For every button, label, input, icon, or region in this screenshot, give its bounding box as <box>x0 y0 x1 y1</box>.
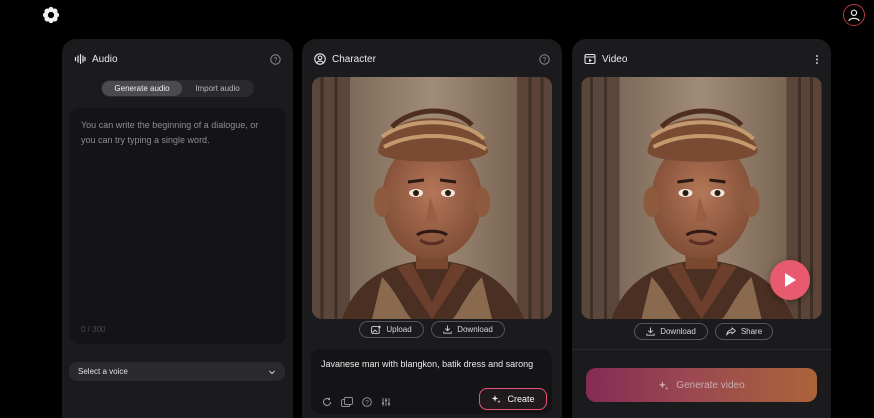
sparkle-icon <box>658 380 669 390</box>
character-panel-header: Character ? <box>314 50 550 68</box>
video-panel-title: Video <box>602 53 628 65</box>
settings-sliders-icon[interactable] <box>381 397 391 407</box>
help-icon[interactable]: ? <box>539 53 550 65</box>
generate-video-label: Generate video <box>676 379 745 391</box>
sparkle-icon <box>492 395 502 404</box>
svg-text:?: ? <box>274 57 278 64</box>
char-counter: 0 / 300 <box>81 325 106 334</box>
video-panel: Video Download Share Generate video <box>572 39 831 418</box>
user-circle-icon <box>314 53 326 65</box>
character-prompt-text: Javanese man with blangkon, batik dress … <box>321 359 534 369</box>
audio-mode-toggle: Generate audio Import audio <box>101 80 254 97</box>
audio-panel: Audio ? Generate audio Import audio You … <box>62 39 293 418</box>
image-upload-icon <box>371 325 382 334</box>
prompt-tools: ? <box>322 397 391 407</box>
app-logo-icon[interactable] <box>42 6 60 24</box>
more-vertical-icon[interactable] <box>815 54 819 65</box>
generate-video-button[interactable]: Generate video <box>586 368 817 402</box>
image-swap-icon[interactable] <box>341 397 353 407</box>
dialogue-textarea[interactable]: You can write the beginning of a dialogu… <box>69 108 286 344</box>
share-button[interactable]: Share <box>715 323 773 340</box>
character-download-label: Download <box>457 325 493 334</box>
dialogue-placeholder: You can write the beginning of a dialogu… <box>81 120 259 145</box>
video-download-label: Download <box>660 327 696 336</box>
tab-import-audio[interactable]: Import audio <box>182 81 253 96</box>
create-label: Create <box>507 394 535 404</box>
svg-text:?: ? <box>543 57 547 64</box>
character-panel: Character ? Upload Download Javanese man… <box>302 39 562 418</box>
voice-select[interactable]: Select a voice <box>69 362 285 381</box>
share-label: Share <box>740 327 763 336</box>
waveform-icon <box>74 53 86 65</box>
play-icon <box>785 273 796 287</box>
video-panel-header: Video <box>584 50 819 68</box>
character-download-button[interactable]: Download <box>431 321 505 338</box>
video-preview[interactable] <box>581 77 822 319</box>
download-icon <box>646 327 655 336</box>
video-divider <box>572 349 831 350</box>
share-icon <box>725 327 736 336</box>
tab-generate-audio[interactable]: Generate audio <box>102 81 182 96</box>
upload-label: Upload <box>386 325 412 334</box>
refresh-icon[interactable] <box>322 397 332 407</box>
character-portrait-image <box>312 77 552 319</box>
audio-panel-header: Audio ? <box>74 50 281 68</box>
upload-button[interactable]: Upload <box>359 321 424 338</box>
account-button[interactable] <box>843 4 865 26</box>
video-download-button[interactable]: Download <box>634 323 708 340</box>
svg-text:?: ? <box>365 400 369 407</box>
video-icon <box>584 53 596 65</box>
character-panel-title: Character <box>332 53 376 65</box>
voice-select-label: Select a voice <box>78 367 128 376</box>
download-icon <box>443 325 452 334</box>
create-button[interactable]: Create <box>479 388 547 410</box>
help-icon[interactable]: ? <box>270 53 281 65</box>
play-button[interactable] <box>770 260 810 300</box>
audio-panel-title: Audio <box>92 53 118 65</box>
chevron-down-icon <box>269 370 275 374</box>
help-icon[interactable]: ? <box>362 397 372 407</box>
user-avatar-icon <box>848 9 860 22</box>
